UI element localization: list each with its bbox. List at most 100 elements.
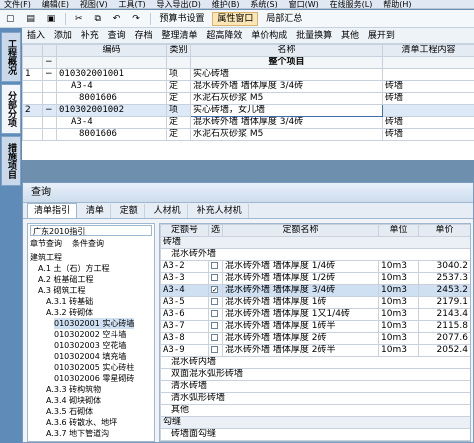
col-content[interactable]: 清单工程内容: [382, 44, 474, 57]
subtab-condition[interactable]: 条件查询: [72, 238, 104, 249]
tree-node[interactable]: 010302002 空斗墙: [54, 329, 126, 340]
quota-subgroup-row[interactable]: 砖墙面勾缝: [160, 428, 470, 441]
table-row[interactable]: 1−010302001001 项 实心砖墙: [22, 68, 474, 81]
table-row[interactable]: A3-4 定 混水砖外墙 墙体厚度 3/4砖 砖墙: [22, 80, 474, 93]
quota-subgroup-row[interactable]: 清水弧形砖墙: [160, 392, 470, 405]
quota-group-row[interactable]: 砖墙: [160, 236, 470, 249]
save-icon[interactable]: ▣: [43, 12, 60, 26]
tree-node[interactable]: A.1 土（石）方工程: [38, 263, 110, 274]
tab-materials[interactable]: 人材机: [148, 204, 188, 218]
tree-node[interactable]: A.2 桩基础工程: [38, 274, 94, 285]
menu-help[interactable]: 帮助(H): [379, 0, 415, 8]
select-checkbox[interactable]: [211, 310, 218, 317]
col-type[interactable]: 类别: [166, 44, 191, 57]
tree-node[interactable]: A.3.1 砖基础: [46, 296, 93, 307]
menu-import-export[interactable]: 导入导出(D): [153, 0, 205, 8]
tab-list[interactable]: 清单: [80, 204, 111, 218]
quota-row-selected[interactable]: A3-4 ✓ 混水砖外墙 墙体厚度 3/4砖 10m3 2453.2: [160, 284, 470, 297]
menu-system[interactable]: 系统(S): [246, 0, 281, 8]
supplement-button[interactable]: 补充: [78, 29, 102, 43]
select-checkbox[interactable]: [211, 262, 218, 269]
cut-icon[interactable]: ✂: [71, 12, 87, 26]
query-button[interactable]: 查询: [105, 29, 129, 43]
sidebar-tab-project-overview[interactable]: 工程概况: [1, 32, 21, 82]
library-select[interactable]: 广东2010指引: [30, 225, 152, 236]
menu-edit[interactable]: 编辑(E): [38, 0, 73, 8]
quota-row[interactable]: A3-6 混水砖外墙 墙体厚度 1又1/4砖 10m3 2143.4: [160, 308, 470, 321]
quota-subgroup-row[interactable]: 混水砖内墙: [160, 356, 470, 369]
tree-node[interactable]: 010302003 空花墙: [54, 340, 126, 351]
select-checkbox[interactable]: [211, 274, 218, 281]
col-quota-code[interactable]: 定额号: [160, 224, 209, 237]
height-reduction-button[interactable]: 超高降效: [203, 29, 245, 43]
quota-row[interactable]: A3-3 混水砖外墙 墙体厚度 1/2砖 10m3 2537.3: [160, 272, 470, 285]
tree-node[interactable]: A.3.4 砌块砌体: [46, 395, 101, 406]
tree-node[interactable]: 010302005 实心砖柱: [54, 362, 134, 373]
insert-button[interactable]: 插入: [24, 29, 48, 43]
quota-row[interactable]: A3-7 混水砖外墙 墙体厚度 1砖半 10m3 2115.8: [160, 320, 470, 333]
open-icon[interactable]: ▤: [22, 12, 39, 26]
archive-button[interactable]: 存档: [132, 29, 156, 43]
quota-subgroup-row[interactable]: 其他: [160, 440, 470, 441]
tree-node[interactable]: A.3 砌筑工程: [38, 285, 86, 296]
unit-price-button[interactable]: 单价构成: [248, 29, 290, 43]
col-price[interactable]: 单价: [418, 224, 470, 237]
menu-maintain[interactable]: 维护(B): [208, 0, 244, 8]
quota-subgroup-row[interactable]: 混水砖外墙: [160, 248, 470, 261]
col-name[interactable]: 名称: [190, 44, 383, 57]
quota-row[interactable]: A3-2 混水砖外墙 墙体厚度 1/4砖 10m3 3040.2: [160, 260, 470, 273]
undo-icon[interactable]: ↶: [109, 12, 125, 26]
property-window-button[interactable]: 属性窗口: [212, 12, 259, 26]
budget-settings-button[interactable]: 预算书设置: [156, 12, 209, 26]
col-select[interactable]: 选: [208, 224, 223, 237]
select-checkbox[interactable]: [211, 334, 218, 341]
quota-subgroup-row[interactable]: 清水砖墙: [160, 380, 470, 393]
quota-subgroup-row[interactable]: 其他: [160, 404, 470, 417]
subtab-chapter[interactable]: 章节查询: [30, 238, 62, 249]
quota-group-row[interactable]: 勾缝: [160, 416, 470, 429]
sidebar-tab-items[interactable]: 分部分项: [1, 84, 21, 134]
tree-node[interactable]: A.3.3 砖构筑物: [46, 384, 101, 395]
table-row-selected[interactable]: 2−010302001002 项 实心砖墙，女儿墙: [22, 104, 474, 117]
tab-list-guide[interactable]: 清单指引: [27, 203, 78, 218]
batch-convert-button[interactable]: 批量换算: [293, 29, 335, 43]
add-button[interactable]: 添加: [51, 29, 75, 43]
quota-row[interactable]: A3-5 混水砖外墙 墙体厚度 1砖 10m3 2179.1: [160, 296, 470, 309]
menu-view[interactable]: 视图(V): [76, 0, 112, 8]
copy-icon[interactable]: ⧉: [90, 12, 104, 26]
redo-icon[interactable]: ↷: [128, 12, 144, 26]
menu-tools[interactable]: 工具(T): [114, 0, 149, 8]
quota-row[interactable]: A3-9 混水砖外墙 墙体厚度 2砖半 10m3 2052.4: [160, 344, 470, 357]
tree-node[interactable]: A.3.7 地下管道沟: [46, 428, 109, 439]
other-button[interactable]: 其他: [338, 29, 362, 43]
name-edit-field[interactable]: 实心砖墙，女儿墙: [190, 104, 383, 117]
menu-online[interactable]: 在线服务(L): [326, 0, 377, 8]
tree-node[interactable]: 010302004 填充墙: [54, 351, 126, 362]
tree-node[interactable]: A.3.2 砖砌体: [46, 307, 93, 318]
tree-node[interactable]: A.3.6 砖散水、地坪: [46, 417, 117, 428]
tree-node[interactable]: 010302006 零星砌砖: [54, 373, 134, 384]
quota-row[interactable]: A3-8 混水砖外墙 墙体厚度 2砖 10m3 2077.6: [160, 332, 470, 345]
organize-list-button[interactable]: 整理清单: [158, 29, 200, 43]
tree-node-selected[interactable]: 010302001 实心砖墙: [54, 318, 135, 329]
menu-window[interactable]: 窗口(W): [285, 0, 323, 8]
col-code[interactable]: 编码: [56, 44, 167, 57]
menu-file[interactable]: 文件(F): [0, 0, 35, 8]
local-summary-button[interactable]: 局部汇总: [262, 12, 306, 26]
table-row[interactable]: A3-4 定 混水砖外墙 墙体厚度 3/4砖 砖墙: [22, 116, 474, 129]
tab-quota[interactable]: 定额: [114, 204, 145, 218]
table-row[interactable]: 8001606 定 水泥石灰砂浆 M5 砖墙: [22, 128, 474, 141]
tree-node[interactable]: 建筑工程: [30, 252, 62, 263]
expand-to-button[interactable]: 展开到: [365, 29, 398, 43]
select-checkbox[interactable]: [211, 298, 218, 305]
col-quota-name[interactable]: 定额名称: [222, 224, 379, 237]
select-checkbox[interactable]: [211, 322, 218, 329]
new-icon[interactable]: ▢: [2, 12, 19, 26]
sidebar-tab-measures[interactable]: 措施项目: [1, 136, 21, 186]
quota-subgroup-row[interactable]: 双面混水弧形砖墙: [160, 368, 470, 381]
select-checkbox[interactable]: [211, 346, 218, 353]
table-row[interactable]: 8001606 定 水泥石灰砂浆 M5 砖墙: [22, 92, 474, 105]
tab-supplement-materials[interactable]: 补充人材机: [191, 204, 249, 218]
select-checkbox-checked[interactable]: ✓: [211, 286, 218, 294]
table-row[interactable]: − 整个项目: [22, 56, 474, 69]
